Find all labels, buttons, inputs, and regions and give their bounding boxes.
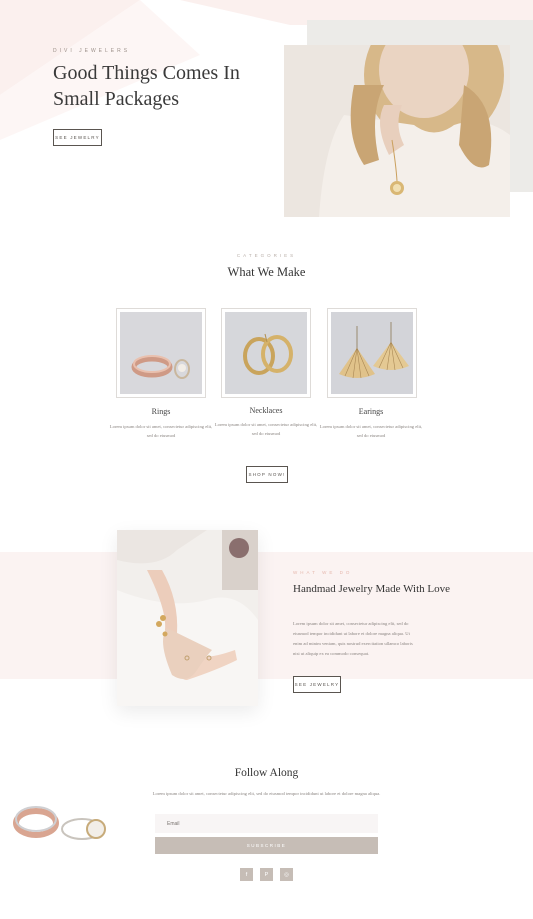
category-card-necklaces[interactable]	[221, 308, 311, 398]
follow-title: Follow Along	[234, 767, 299, 779]
category-desc-necklaces: Lorem ipsum dolor sit amet, consectetur …	[214, 422, 318, 436]
category-card-rings[interactable]	[116, 308, 206, 398]
hero-kicker: DIVI JEWELERS	[53, 48, 131, 54]
earings-image	[331, 312, 413, 394]
rings-decoration	[8, 797, 113, 857]
about-see-jewelry-button[interactable]: SEE JEWELRY	[293, 676, 341, 693]
category-desc-rings: Lorem ipsum dolor sit amet, consectetur …	[109, 424, 213, 438]
hero-photo	[284, 45, 510, 217]
about-kicker: WHAT WE DO	[293, 570, 353, 575]
category-name-necklaces[interactable]: Necklaces	[216, 406, 316, 415]
necklaces-image	[225, 312, 307, 394]
see-jewelry-button[interactable]: SEE JEWELRY	[53, 129, 102, 146]
hero-title: Good Things Comes In Small Packages	[53, 62, 240, 110]
subscribe-button[interactable]: SUBSCRIBE	[155, 837, 378, 854]
shop-now-button[interactable]: SHOP NOW!	[246, 466, 288, 483]
about-band	[0, 552, 533, 679]
category-name-rings[interactable]: Rings	[111, 407, 211, 416]
category-name-earings[interactable]: Earings	[321, 407, 421, 416]
about-photo	[117, 530, 258, 706]
instagram-icon[interactable]: ◎	[280, 868, 293, 881]
about-text: Lorem ipsum dolor sit amet, consectetur …	[293, 621, 413, 656]
categories-kicker: CATEGORIES	[236, 253, 297, 258]
category-desc-earings: Lorem ipsum dolor sit amet, consectetur …	[319, 424, 423, 438]
follow-text: Lorem ipsum dolor sit amet, consectetur …	[152, 791, 381, 796]
facebook-icon[interactable]: f	[240, 868, 253, 881]
email-field[interactable]: Email	[155, 814, 378, 833]
category-card-earings[interactable]	[327, 308, 417, 398]
about-title: Handmad Jewelry Made With Love	[293, 583, 450, 595]
rings-image	[120, 312, 202, 394]
categories-title: What We Make	[227, 265, 306, 279]
pinterest-icon[interactable]: P	[260, 868, 273, 881]
